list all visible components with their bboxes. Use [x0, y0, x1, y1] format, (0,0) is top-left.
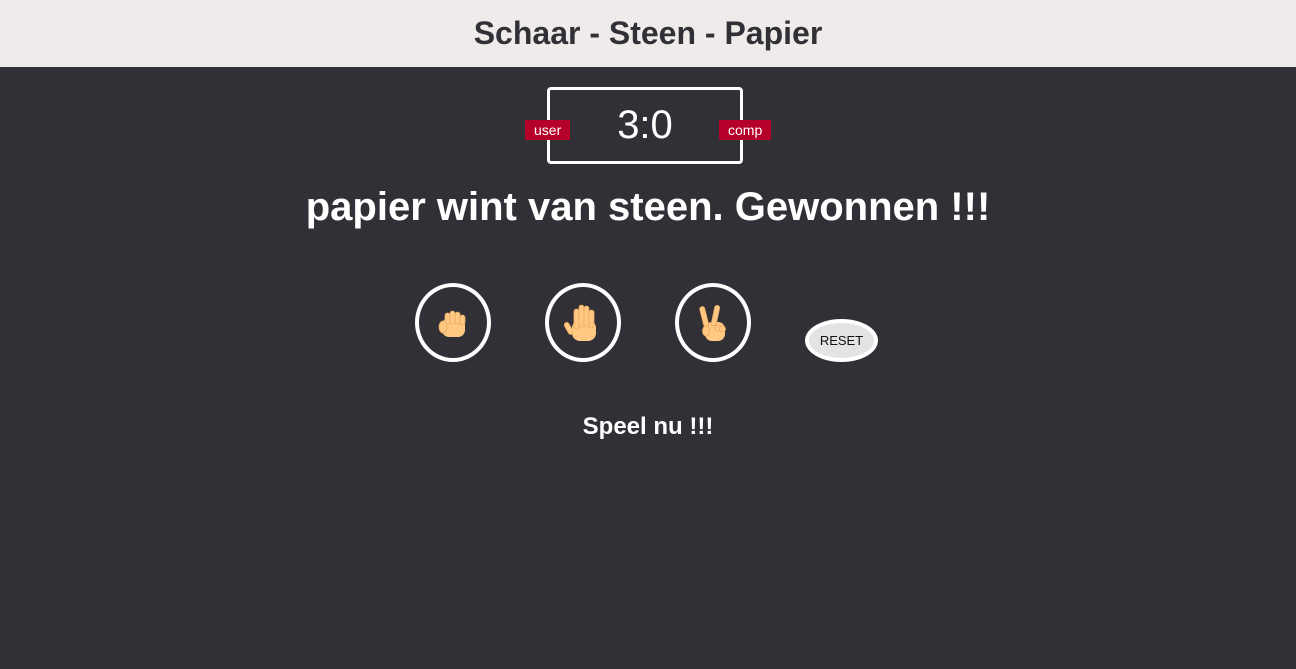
comp-label-badge: comp [719, 120, 772, 140]
score-display: 3:0 [617, 103, 673, 147]
result-text: papier wint van steen. Gewonnen !!! [305, 185, 991, 229]
rock-button[interactable] [415, 283, 491, 362]
status-message: Speel nu !!! [582, 413, 714, 440]
reset-button[interactable]: RESET [805, 319, 878, 362]
victory-hand-icon [699, 304, 726, 341]
fist-hand-icon [438, 310, 466, 337]
scoreboard: 3:0 [547, 87, 743, 164]
header-bar: Schaar - Steen - Papier [0, 0, 1296, 67]
user-label-badge: user [525, 120, 571, 140]
paper-button[interactable] [545, 283, 621, 362]
scissors-button[interactable] [675, 283, 751, 362]
raised-hand-icon [564, 304, 596, 341]
game-area: 3:0 user comp papier wint van steen. Gew… [0, 67, 1296, 669]
page-title: Schaar - Steen - Papier [473, 15, 823, 51]
